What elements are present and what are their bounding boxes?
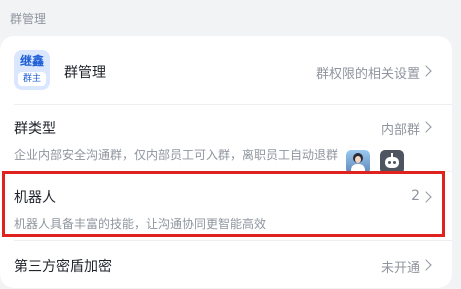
group-manage-title: 群管理 (64, 65, 106, 81)
group-manage-row[interactable]: 继鑫 群主 群管理 群权限的相关设置 (0, 36, 452, 104)
chevron-right-icon (420, 65, 432, 77)
encryption-title: 第三方密盾加密 (14, 259, 112, 275)
chevron-right-icon (420, 259, 432, 271)
group-avatar-name: 继鑫 (19, 54, 44, 68)
robots-title: 机器人 (14, 190, 56, 206)
robot-icon (380, 150, 404, 174)
group-type-description: 企业内部安全沟通群，仅内部员工可入群，离职员工自动退群 (14, 148, 339, 162)
section-title: 群管理 (10, 12, 47, 26)
group-avatar: 继鑫 群主 (14, 50, 50, 90)
robots-row[interactable]: 机器人 2 机器人具备丰富的技能，让沟通协同更智能高效 (0, 172, 452, 240)
group-owner-badge: 群主 (18, 72, 46, 86)
group-type-value: 内部群 (380, 123, 420, 138)
encryption-row[interactable]: 第三方密盾加密 未开通 (0, 241, 452, 288)
robots-description: 机器人具备丰富的技能，让沟通协同更智能高效 (14, 217, 267, 231)
encryption-status: 未开通 (380, 261, 420, 276)
chevron-right-icon (420, 191, 432, 203)
person-avatar (346, 150, 370, 174)
robots-count: 2 (411, 188, 420, 204)
group-type-title: 群类型 (14, 121, 56, 137)
chevron-right-icon (420, 121, 432, 133)
group-manage-right-text: 群权限的相关设置 (315, 67, 420, 82)
